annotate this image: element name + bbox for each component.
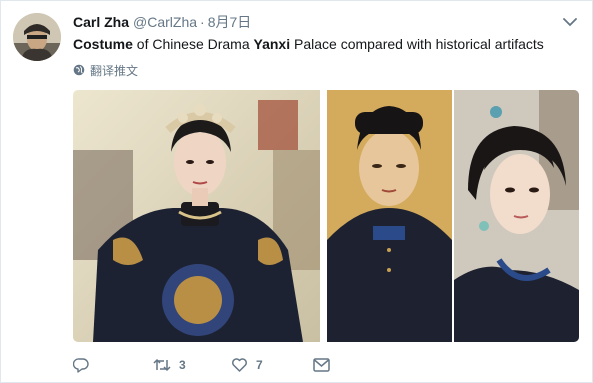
reply-icon (73, 358, 89, 373)
tweet-actions: 3 7 (73, 353, 330, 377)
translate-label: 翻译推文 (90, 63, 139, 78)
heart-icon (232, 358, 247, 372)
tweet-text-part: Palace compared with historical artifact… (290, 36, 544, 52)
separator-dot: · (200, 14, 205, 30)
translate-tweet-link[interactable]: 翻译推文 (73, 62, 138, 78)
tweet-card[interactable]: Carl Zha @CarlZha · 8月7日 Costume of Chin… (0, 0, 593, 383)
author-handle[interactable]: @CarlZha (133, 14, 197, 30)
avatar[interactable] (13, 13, 61, 61)
retweet-button[interactable]: 3 (153, 357, 231, 373)
globe-icon (73, 64, 85, 76)
like-button[interactable]: 7 (231, 357, 313, 373)
envelope-icon (313, 358, 330, 372)
tweet-media[interactable] (73, 90, 579, 342)
tweet-text: Costume of Chinese Drama Yanxi Palace co… (73, 35, 583, 53)
actress-closeup-photo[interactable] (454, 90, 579, 342)
author-name[interactable]: Carl Zha (73, 14, 129, 30)
tweet-text-bold-costume: Costume (73, 36, 133, 52)
tweet-text-part: of Chinese Drama (132, 36, 254, 52)
tweet-header: Carl Zha @CarlZha · 8月7日 (73, 13, 251, 31)
tweet-text-bold-yanxi: Yanxi (253, 36, 291, 52)
retweet-icon (153, 358, 171, 372)
comparison-photo[interactable] (327, 90, 579, 342)
tweet-date[interactable]: 8月7日 (208, 12, 252, 32)
historical-portrait-photo[interactable] (327, 90, 452, 342)
reply-button[interactable] (73, 357, 153, 373)
chevron-down-icon[interactable] (562, 14, 578, 30)
like-count: 7 (256, 358, 263, 372)
retweet-count: 3 (179, 358, 186, 372)
drama-still-photo[interactable] (73, 90, 320, 342)
direct-message-button[interactable] (313, 358, 330, 372)
